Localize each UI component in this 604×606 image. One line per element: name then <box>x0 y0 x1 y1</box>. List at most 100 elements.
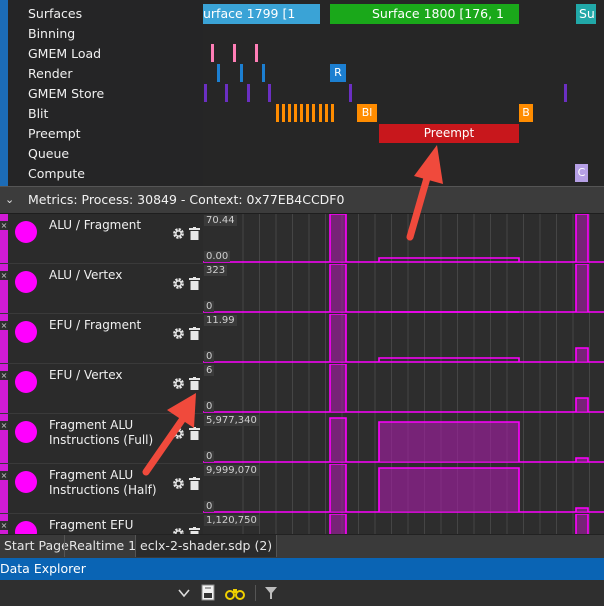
render-mark[interactable] <box>262 64 265 82</box>
gmem-store-mark[interactable] <box>349 84 352 102</box>
trash-icon[interactable] <box>189 427 200 440</box>
blit-mark[interactable] <box>306 104 309 122</box>
timeline-panel: Surfaces Binning GMEM Load Render GMEM S… <box>0 0 604 186</box>
metric-bar <box>575 214 589 262</box>
filter-icon[interactable] <box>264 586 278 600</box>
lane-queue[interactable]: Queue <box>28 144 69 164</box>
blit-block[interactable]: Bl <box>357 104 377 122</box>
lane-gmem-load[interactable]: GMEM Load <box>28 44 101 64</box>
metric-row-efu-fragment[interactable]: × EFU / Fragment 11.99 0 <box>0 314 604 364</box>
blit-mark[interactable] <box>331 104 334 122</box>
trash-icon[interactable] <box>189 527 200 534</box>
metric-row-fragment-alu-instructions-half[interactable]: × Fragment ALU Instructions (Half) 9,999,0… <box>0 464 604 514</box>
gear-icon[interactable] <box>172 327 185 340</box>
gear-icon[interactable] <box>172 227 185 240</box>
preempt-block[interactable]: Preempt <box>379 124 519 143</box>
metric-color-swatch[interactable] <box>15 271 37 293</box>
metric-bar <box>575 264 589 312</box>
render-mark[interactable] <box>240 64 243 82</box>
metric-color-swatch[interactable] <box>15 521 37 534</box>
metric-color-swatch[interactable] <box>15 371 37 393</box>
remove-metric-icon[interactable]: × <box>0 521 8 530</box>
blit-mark[interactable] <box>276 104 279 122</box>
metric-plot[interactable]: 5,977,340 0 <box>203 414 604 464</box>
lane-compute[interactable]: Compute <box>28 164 85 184</box>
surface-block[interactable]: Surface 1800 [176, 1 <box>330 4 519 24</box>
metric-max-value: 1,120,750 <box>204 515 259 526</box>
chevron-down-icon[interactable]: ⌄ <box>5 193 19 207</box>
blit-mark[interactable] <box>319 104 322 122</box>
tab-start-page[interactable]: Start Page <box>0 535 73 557</box>
metrics-list[interactable]: × ALU / Fragment 70.44 0.00 × ALU / Vertex 323… <box>0 214 604 534</box>
gear-icon[interactable] <box>172 277 185 290</box>
remove-metric-icon[interactable]: × <box>0 271 8 280</box>
metric-plot[interactable]: 70.44 0.00 <box>203 214 604 264</box>
blit-mark[interactable] <box>282 104 285 122</box>
gmem-load-mark[interactable] <box>255 44 258 62</box>
blit-block[interactable]: B <box>519 104 533 122</box>
gmem-store-mark[interactable] <box>268 84 271 102</box>
metric-row-fragment-alu-instructions-full[interactable]: × Fragment ALU Instructions (Full) 5,977,3… <box>0 414 604 464</box>
remove-metric-icon[interactable]: × <box>0 221 8 230</box>
trash-icon[interactable] <box>189 327 200 340</box>
export-icon[interactable] <box>200 584 218 602</box>
tab-eclx-shader[interactable]: eclx-2-shader.sdp (2) <box>135 535 278 557</box>
blit-mark[interactable] <box>300 104 303 122</box>
gmem-store-mark[interactable] <box>247 84 250 102</box>
gmem-store-mark[interactable] <box>204 84 207 102</box>
remove-metric-icon[interactable]: × <box>0 321 8 330</box>
metric-min-value: 0 <box>204 451 215 462</box>
surface-block[interactable]: Su <box>576 4 596 24</box>
remove-metric-icon[interactable]: × <box>0 421 8 430</box>
metric-bar <box>575 514 589 534</box>
gear-icon[interactable] <box>172 377 185 390</box>
blit-mark[interactable] <box>312 104 315 122</box>
metric-plot[interactable]: 1,120,750 <box>203 514 604 534</box>
metric-color-swatch[interactable] <box>15 221 37 243</box>
gear-icon[interactable] <box>172 427 185 440</box>
lane-blit[interactable]: Blit <box>28 104 48 124</box>
metric-plot[interactable]: 9,999,070 0 <box>203 464 604 514</box>
surface-block[interactable]: urface 1799 [1 <box>203 4 320 24</box>
render-mark[interactable] <box>217 64 220 82</box>
gear-icon[interactable] <box>172 527 185 534</box>
trash-icon[interactable] <box>189 277 200 290</box>
metric-row-alu-fragment[interactable]: × ALU / Fragment 70.44 0.00 <box>0 214 604 264</box>
trash-icon[interactable] <box>189 227 200 240</box>
metrics-header[interactable]: ⌄ Metrics: Process: 30849 - Context: 0x7… <box>0 186 604 214</box>
chevron-down-icon[interactable] <box>178 588 190 598</box>
gear-icon[interactable] <box>172 477 185 490</box>
metric-row-fragment-efu[interactable]: × Fragment EFU 1,120,750 <box>0 514 604 534</box>
trash-icon[interactable] <box>189 377 200 390</box>
lane-surfaces[interactable]: Surfaces <box>28 4 82 24</box>
metric-color-swatch[interactable] <box>15 471 37 493</box>
gmem-load-mark[interactable] <box>211 44 214 62</box>
metric-max-value: 6 <box>204 365 215 376</box>
compute-block[interactable]: C <box>575 164 588 182</box>
blit-mark[interactable] <box>294 104 297 122</box>
metric-row-efu-vertex[interactable]: × EFU / Vertex 6 0 <box>0 364 604 414</box>
metric-plot[interactable]: 60 <box>203 364 604 414</box>
gmem-store-mark[interactable] <box>225 84 228 102</box>
metric-color-swatch[interactable] <box>15 421 37 443</box>
lane-gmem-store[interactable]: GMEM Store <box>28 84 104 104</box>
binoculars-icon[interactable] <box>225 586 245 600</box>
render-block[interactable]: R <box>330 64 346 82</box>
tab-realtime[interactable]: Realtime 1 <box>64 535 140 557</box>
gmem-load-mark[interactable] <box>233 44 236 62</box>
lane-binning[interactable]: Binning <box>28 24 75 44</box>
metric-plot[interactable]: 323 0 <box>203 264 604 314</box>
lane-render[interactable]: Render <box>28 64 73 84</box>
remove-metric-icon[interactable]: × <box>0 371 8 380</box>
remove-metric-icon[interactable]: × <box>0 471 8 480</box>
data-explorer-header[interactable]: Data Explorer <box>0 558 604 580</box>
blit-mark[interactable] <box>288 104 291 122</box>
metric-row-alu-vertex[interactable]: × ALU / Vertex 323 0 <box>0 264 604 314</box>
blit-mark[interactable] <box>325 104 328 122</box>
metric-plot[interactable]: 11.99 0 <box>203 314 604 364</box>
gmem-store-mark[interactable] <box>564 84 567 102</box>
trash-icon[interactable] <box>189 477 200 490</box>
timeline-tracks[interactable]: urface 1799 [1 Surface 1800 [176, 1 Su R… <box>203 0 604 186</box>
metric-color-swatch[interactable] <box>15 321 37 343</box>
lane-preempt[interactable]: Preempt <box>28 124 81 144</box>
